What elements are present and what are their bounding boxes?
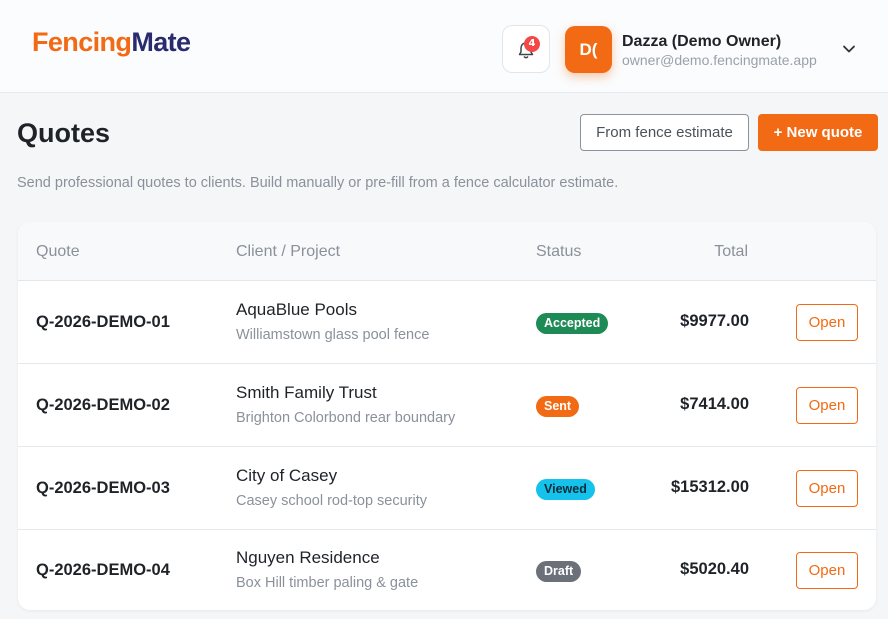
- status-badge: Draft: [536, 561, 582, 582]
- open-quote-button[interactable]: Open: [796, 470, 858, 507]
- open-quote-button[interactable]: Open: [796, 552, 858, 589]
- table-row[interactable]: Q-2026-DEMO-04 Nguyen Residence Box Hill…: [18, 529, 876, 610]
- quote-id: Q-2026-DEMO-01: [36, 313, 170, 331]
- page-title: Quotes: [17, 118, 111, 148]
- quote-total: $5020.40: [680, 560, 749, 578]
- table-row[interactable]: Q-2026-DEMO-01 AquaBlue Pools Williamsto…: [18, 281, 876, 364]
- user-email: owner@demo.fencingmate.app: [622, 52, 817, 68]
- quote-total: $15312.00: [671, 478, 749, 496]
- quote-id: Q-2026-DEMO-02: [36, 396, 170, 414]
- chevron-down-icon[interactable]: [842, 44, 856, 54]
- column-header-status[interactable]: Status: [536, 243, 581, 261]
- open-quote-button[interactable]: Open: [796, 387, 858, 424]
- fencingmate-logo[interactable]: FencingMate: [32, 27, 191, 58]
- quote-id: Q-2026-DEMO-03: [36, 479, 170, 497]
- new-quote-button[interactable]: + New quote: [758, 114, 878, 151]
- top-bar: FencingMate 4 D( Dazza (Demo Owner) owne…: [0, 0, 888, 93]
- status-badge: Viewed: [536, 479, 595, 500]
- column-header-total[interactable]: Total: [714, 243, 748, 261]
- notifications-button[interactable]: 4: [502, 25, 550, 73]
- quote-id: Q-2026-DEMO-04: [36, 561, 170, 579]
- notification-count-badge: 4: [524, 36, 540, 52]
- client-name: Smith Family Trust: [236, 383, 377, 402]
- quotes-table: Quote Client / Project Status Total Q-20…: [18, 222, 876, 610]
- logo-text-mate: Mate: [131, 27, 191, 57]
- user-avatar[interactable]: D(: [565, 26, 612, 73]
- from-fence-estimate-button[interactable]: From fence estimate: [580, 114, 749, 151]
- open-quote-button[interactable]: Open: [796, 304, 858, 341]
- client-name: Nguyen Residence: [236, 548, 380, 567]
- table-row[interactable]: Q-2026-DEMO-02 Smith Family Trust Bright…: [18, 364, 876, 447]
- column-header-quote[interactable]: Quote: [36, 243, 80, 261]
- logo-text-fencing: Fencing: [32, 27, 132, 57]
- page-subtitle: Send professional quotes to clients. Bui…: [17, 175, 619, 191]
- table-row[interactable]: Q-2026-DEMO-03 City of Casey Casey schoo…: [18, 447, 876, 530]
- project-name: Box Hill timber paling & gate: [236, 575, 419, 591]
- quote-total: $7414.00: [680, 395, 749, 413]
- project-name: Casey school rod-top security: [236, 493, 427, 509]
- quote-total: $9977.00: [680, 312, 749, 330]
- project-name: Williamstown glass pool fence: [236, 327, 430, 343]
- project-name: Brighton Colorbond rear boundary: [236, 410, 456, 426]
- table-header: Quote Client / Project Status Total: [18, 222, 876, 281]
- user-name: Dazza (Demo Owner): [622, 33, 782, 50]
- client-name: City of Casey: [236, 466, 338, 485]
- status-badge: Accepted: [536, 313, 609, 334]
- client-name: AquaBlue Pools: [236, 300, 357, 319]
- status-badge: Sent: [536, 396, 580, 417]
- column-header-client-project[interactable]: Client / Project: [236, 243, 340, 261]
